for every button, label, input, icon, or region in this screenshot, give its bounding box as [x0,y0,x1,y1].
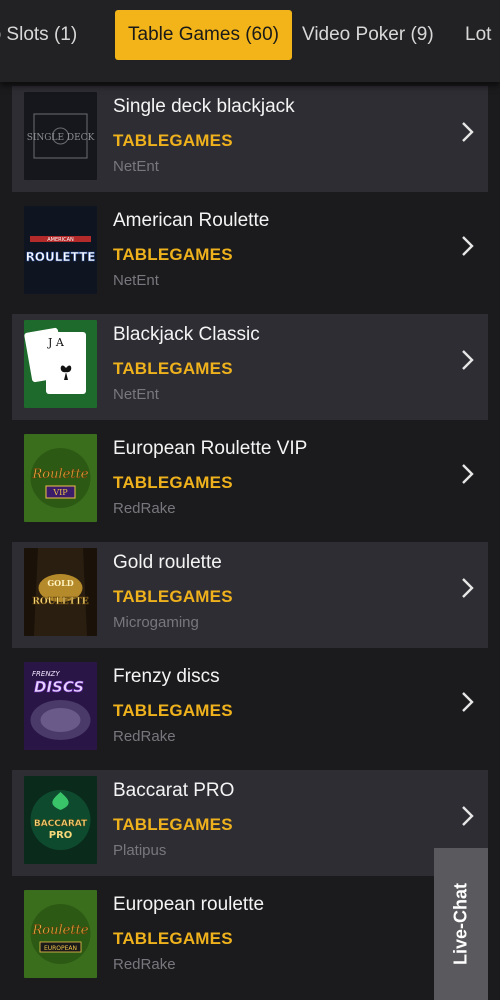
thumb-subtext: GOLD [47,578,73,588]
thumb-text: J A [47,336,65,349]
game-thumbnail: SINGLE DECK [24,92,97,180]
game-provider: NetEnt [113,386,159,403]
game-category: TABLEGAMES [113,245,233,264]
game-thumbnail: J A [24,320,97,408]
game-provider: RedRake [113,728,176,745]
game-thumbnail: Roulette EUROPEAN [24,890,97,978]
game-provider: NetEnt [113,158,159,175]
game-category: TABLEGAMES [113,587,233,606]
game-row[interactable]: Roulette EUROPEAN European roulette TABL… [12,884,488,990]
thumb-text: SINGLE DECK [27,133,95,143]
game-category: TABLEGAMES [113,929,233,948]
chevron-right-icon[interactable] [458,804,478,828]
game-provider: Microgaming [113,614,199,631]
game-category: TABLEGAMES [113,701,233,720]
tab-casino-slots[interactable]: Casino Slots (1) [0,10,77,60]
game-row[interactable]: SINGLE DECK Single deck blackjack TABLEG… [12,86,488,192]
thumb-subtext: PRO [49,830,73,841]
game-title: European Roulette VIP [113,438,308,459]
thumb-text: ROULETTE [26,250,96,264]
game-thumbnail: GOLD ROULETTE [24,548,97,636]
game-category: TABLEGAMES [113,473,233,492]
tab-lottery[interactable]: Lot [465,10,491,60]
game-provider: RedRake [113,500,176,517]
live-chat-label: Live-Chat [450,882,471,966]
game-category: TABLEGAMES [113,815,233,834]
game-thumbnail: AMERICAN ROULETTE [24,206,97,294]
game-category: TABLEGAMES [113,131,233,150]
thumb-subtext: AMERICAN [47,237,74,243]
game-thumbnail: BACCARAT PRO [24,776,97,864]
chevron-right-icon[interactable] [458,462,478,486]
game-provider: NetEnt [113,272,159,289]
game-row[interactable]: Roulette VIP European Roulette VIP TABLE… [12,428,488,534]
chevron-right-icon[interactable] [458,234,478,258]
thumb-text: ROULETTE [32,597,88,607]
thumb-subtext: EUROPEAN [44,945,77,952]
tab-video-poker[interactable]: Video Poker (9) [302,10,434,60]
thumb-text: Roulette [32,923,89,938]
game-row[interactable]: GOLD ROULETTE Gold roulette TABLEGAMES M… [12,542,488,648]
thumb-text: DISCS [34,678,84,696]
game-provider: RedRake [113,956,176,973]
game-title: Blackjack Classic [113,324,260,345]
tab-table-games[interactable]: Table Games (60) [115,10,293,60]
chevron-right-icon[interactable] [458,120,478,144]
game-thumbnail: FRENZY DISCS [24,662,97,750]
game-title: American Roulette [113,210,270,231]
game-thumbnail: Roulette VIP [24,434,97,522]
game-title: Single deck blackjack [113,96,295,117]
game-row[interactable]: FRENZY DISCS Frenzy discs TABLEGAMES Red… [12,656,488,762]
game-row[interactable]: AMERICAN ROULETTE American Roulette TABL… [12,200,488,306]
game-category: TABLEGAMES [113,359,233,378]
game-title: Gold roulette [113,552,222,573]
game-title: Baccarat PRO [113,780,235,801]
chevron-right-icon[interactable] [458,690,478,714]
category-tabs: Casino Slots (1) Table Games (60) Video … [0,0,500,82]
chevron-right-icon[interactable] [458,576,478,600]
game-title: Frenzy discs [113,666,220,687]
thumb-subtext: VIP [52,488,68,497]
chevron-right-icon[interactable] [458,348,478,372]
thumb-text: BACCARAT [34,819,88,829]
game-provider: Platipus [113,842,167,859]
thumb-subtext: FRENZY [32,670,60,678]
live-chat-button[interactable]: Live-Chat [434,848,488,1000]
game-row[interactable]: BACCARAT PRO Baccarat PRO TABLEGAMES Pla… [12,770,488,876]
thumb-text: Roulette [32,467,89,482]
game-row[interactable]: J A Blackjack Classic TABLEGAMES NetEnt [12,314,488,420]
game-title: European roulette [113,894,265,915]
